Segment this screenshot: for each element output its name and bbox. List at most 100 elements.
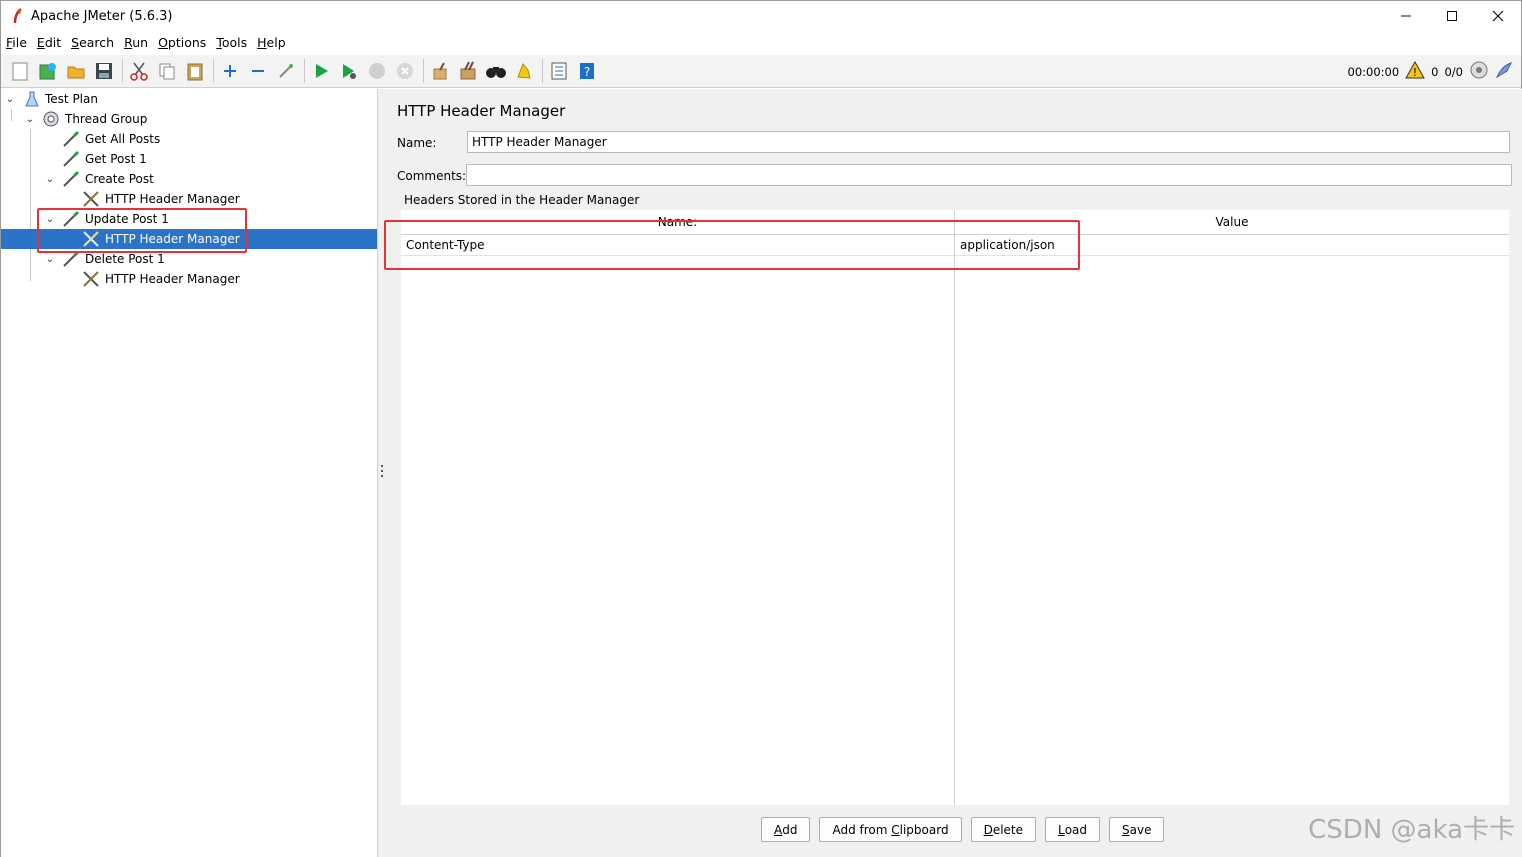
cut-icon (130, 62, 148, 81)
svg-text:?: ? (584, 65, 590, 79)
tree-item-label: Update Post 1 (85, 212, 169, 226)
menu-search[interactable]: Search (70, 35, 121, 50)
column-header-name[interactable]: Name: (401, 210, 954, 235)
comments-field[interactable] (466, 164, 1512, 186)
menu-run[interactable]: Run (123, 35, 155, 50)
tree-item-label: HTTP Header Manager (105, 232, 240, 246)
config-tools-icon (82, 270, 100, 288)
panel-title: HTTP Header Manager (397, 102, 566, 120)
minimize-button[interactable] (1383, 1, 1429, 31)
save-button[interactable]: Save (1109, 817, 1165, 842)
copy-icon (159, 63, 175, 80)
function-helper-button[interactable] (546, 58, 572, 84)
toggle-button[interactable] (273, 58, 299, 84)
tree-item-http-header-manager-selected[interactable]: HTTP Header Manager (1, 229, 377, 249)
tree-item-test-plan[interactable]: ⌄ Test Plan (1, 89, 377, 109)
tree-item-create-post[interactable]: ⌄ Create Post (1, 169, 377, 189)
maximize-button[interactable] (1429, 1, 1475, 31)
chevron-down-icon[interactable]: ⌄ (4, 89, 16, 109)
clear-all-button[interactable] (455, 58, 481, 84)
name-field[interactable]: HTTP Header Manager (467, 131, 1510, 153)
tree-item-get-all-posts[interactable]: Get All Posts (1, 129, 377, 149)
tree-item-delete-post-1[interactable]: ⌄ Delete Post 1 (1, 249, 377, 269)
sampler-pipette-icon (62, 130, 80, 148)
help-icon: ? (580, 63, 594, 79)
splitter-grip-icon[interactable] (381, 465, 383, 479)
chevron-down-icon[interactable]: ⌄ (24, 109, 36, 129)
cut-button[interactable] (126, 58, 152, 84)
menu-help[interactable]: Help (256, 35, 293, 50)
paste-icon (187, 63, 203, 81)
add-button[interactable]: Add (761, 817, 811, 842)
close-button[interactable] (1475, 1, 1521, 31)
tree-item-label: Get Post 1 (85, 152, 147, 166)
test-plan-tree: ⌄ Test Plan ⌄ Thread Group Get All Posts… (1, 89, 378, 857)
save-icon (96, 63, 112, 79)
menu-tools[interactable]: Tools (215, 35, 254, 50)
open-button[interactable] (63, 58, 89, 84)
collapse-button[interactable] (245, 58, 271, 84)
watermark: CSDN @aka卡卡 (1308, 815, 1515, 845)
column-divider (954, 210, 955, 805)
close-icon (1492, 10, 1504, 22)
search-button[interactable] (483, 58, 509, 84)
templates-button[interactable] (35, 58, 61, 84)
toolbar-separator (304, 59, 305, 83)
menu-options[interactable]: Options (157, 35, 213, 50)
toolbar-separator (423, 59, 424, 83)
reset-search-button[interactable] (511, 58, 537, 84)
headers-group-title: Headers Stored in the Header Manager (404, 193, 640, 207)
copy-button[interactable] (154, 58, 180, 84)
save-toolbar-button[interactable] (91, 58, 117, 84)
add-from-clipboard-button[interactable]: Add from Clipboard (819, 817, 962, 842)
chevron-down-icon[interactable]: ⌄ (44, 209, 56, 229)
stop-icon (369, 63, 385, 79)
thread-group-gear-icon (42, 110, 60, 128)
test-plan-flask-icon (23, 90, 41, 108)
new-button[interactable] (7, 58, 33, 84)
header-name-cell[interactable]: Content-Type (401, 235, 954, 256)
tree-item-get-post-1[interactable]: Get Post 1 (1, 149, 377, 169)
start-button[interactable] (308, 58, 334, 84)
tree-item-label: HTTP Header Manager (105, 192, 240, 206)
menu-edit[interactable]: Edit (36, 35, 68, 50)
toolbar-separator (213, 59, 214, 83)
new-file-icon (12, 62, 28, 81)
clear-button[interactable] (427, 58, 453, 84)
column-header-value[interactable]: Value (955, 210, 1509, 235)
menu-file[interactable]: File (5, 35, 34, 50)
chevron-down-icon[interactable]: ⌄ (44, 169, 56, 189)
expand-button[interactable] (217, 58, 243, 84)
paste-button[interactable] (182, 58, 208, 84)
minimize-icon (1401, 15, 1411, 17)
window-title: Apache JMeter (5.6.3) (31, 8, 173, 24)
binoculars-icon (486, 67, 506, 78)
shutdown-icon (397, 63, 413, 79)
tree-item-label: Delete Post 1 (85, 252, 165, 266)
headers-table: Name: Value Content-Type application/jso… (401, 210, 1509, 805)
stop-button[interactable] (364, 58, 390, 84)
warning-icon[interactable]: ! (1405, 60, 1426, 82)
header-value-cell[interactable]: application/json (955, 235, 1509, 256)
tree-item-thread-group[interactable]: ⌄ Thread Group (1, 109, 377, 129)
help-button[interactable]: ? (574, 58, 600, 84)
start-no-pauses-button[interactable] (336, 58, 362, 84)
shutdown-button[interactable] (392, 58, 418, 84)
tree-item-http-header-manager[interactable]: HTTP Header Manager (1, 269, 377, 289)
toolbar-separator (542, 59, 543, 83)
tree-item-label: Thread Group (65, 112, 148, 126)
plus-icon (224, 65, 236, 77)
tree-item-http-header-manager[interactable]: HTTP Header Manager (1, 189, 377, 209)
load-button[interactable]: Load (1045, 817, 1101, 842)
elapsed-timer: 00:00:00 (1347, 64, 1400, 79)
play-icon (316, 64, 328, 78)
thread-status-icon (1469, 60, 1489, 83)
editor-panel: HTTP Header Manager Name: HTTP Header Ma… (384, 89, 1522, 857)
templates-icon (39, 63, 56, 80)
tree-item-update-post-1[interactable]: ⌄ Update Post 1 (1, 209, 377, 229)
delete-button[interactable]: Delete (970, 817, 1037, 842)
tree-item-label: Test Plan (45, 92, 98, 106)
jmeter-feather-icon (7, 1, 29, 31)
chevron-down-icon[interactable]: ⌄ (44, 249, 56, 269)
toolbar: ? 00:00:00 ! 0 0/0 (1, 55, 1521, 88)
